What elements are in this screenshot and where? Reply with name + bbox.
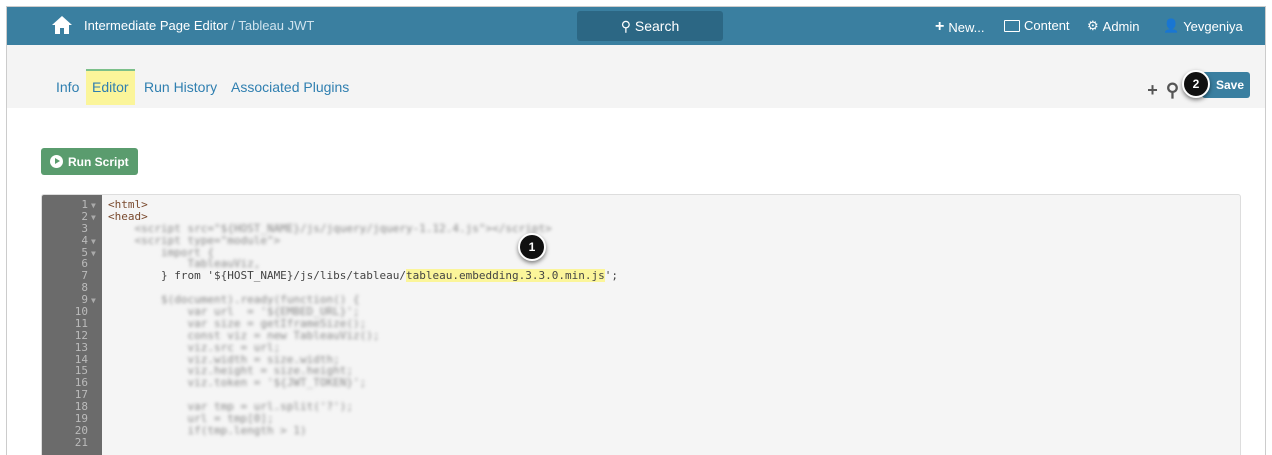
code-text: if(tmp.length > 1) [108, 423, 307, 437]
callout-badge-1: 1 [518, 233, 546, 261]
code-line: 10 var url = '${EMBED_URL}'; [42, 306, 360, 318]
code-line: 4 ▼ <script type="module"> [42, 233, 280, 247]
code-lines: 1 ▼ <html> 2 ▼ <head> 3 <script src="${HOST_NA… [42, 199, 618, 449]
sub-navigation: Info Editor Run History Associated Plugi… [7, 45, 1265, 108]
tab-run-history[interactable]: Run History [144, 79, 217, 95]
content-button[interactable]: Content [1004, 18, 1070, 33]
admin-button[interactable]: ⚙ Admin [1087, 18, 1140, 34]
user-menu[interactable]: 👤 Yevgeniya [1163, 18, 1243, 34]
plus-icon: + [935, 18, 945, 35]
line-number: 3 [81, 221, 88, 235]
highlighted-filename: tableau.embedding.3.3.0.min.js [406, 269, 605, 283]
gear-icon: ⚙ [1087, 18, 1099, 33]
code-line: 15 viz.height = size.height; [42, 365, 353, 377]
code-line: 9 ▼ $(document).ready(function() { [42, 294, 359, 306]
code-line: 8 [42, 282, 102, 294]
new-button[interactable]: + New... [935, 18, 984, 36]
code-line: 6 TableauViz, [42, 258, 260, 270]
search-icon: ⚲ [620, 18, 631, 34]
code-segment: '; [604, 269, 618, 283]
code-line: 17 [42, 389, 102, 401]
code-line: 21 [42, 435, 102, 449]
line-number: 2 [81, 209, 88, 223]
code-line: 16 viz.token = '${JWT_TOKEN}'; [42, 377, 367, 389]
add-icon[interactable]: + [1147, 80, 1158, 101]
play-icon [50, 155, 63, 168]
line-number: 4 [81, 233, 88, 247]
app-window: Intermediate Page Editor / Tableau JWT ⚲… [6, 6, 1266, 455]
line-number: 21 [74, 435, 88, 449]
search-button[interactable]: ⚲ Search [577, 11, 723, 41]
top-bar: Intermediate Page Editor / Tableau JWT ⚲… [7, 7, 1265, 45]
code-segment: viz.token = '${JWT_TOKEN}'; [108, 376, 367, 390]
code-editor[interactable]: 1 ▼ <html> 2 ▼ <head> 3 <script src="${HOST_NA… [41, 194, 1241, 455]
callout-badge-2: 2 [1182, 70, 1210, 98]
code-line: 14 viz.width = size.width; [42, 353, 340, 366]
user-icon: 👤 [1163, 18, 1180, 33]
code-line: 13 viz.src = url; [42, 340, 280, 354]
code-line: 19 url = tmp[0]; [42, 413, 274, 425]
code-line: 7 } from '${HOST_NAME}/js/libs/tableau/t… [42, 269, 618, 283]
code-line: 5 ▼ import { [42, 246, 214, 259]
folder-icon [1004, 19, 1020, 32]
line-number: 12 [74, 328, 88, 342]
line-number: 13 [74, 340, 88, 354]
tab-info[interactable]: Info [56, 79, 79, 95]
code-line: 2 ▼ <head> [42, 209, 147, 223]
code-text: } from '${HOST_NAME}/js/libs/tableau/tab… [108, 269, 618, 283]
code-line: 20 if(tmp.length > 1) [42, 424, 307, 437]
code-line: 1 ▼ <html> [42, 199, 147, 211]
code-segment: } from '${HOST_NAME}/js/libs/tableau/ [108, 269, 407, 283]
code-line: 12 const viz = new TableauViz(); [42, 328, 380, 342]
code-text: viz.token = '${JWT_TOKEN}'; [108, 377, 366, 389]
code-line: 18 var tmp = url.split('?'); [42, 401, 353, 413]
code-line: 11 var size = getIframeSize(); [42, 317, 367, 330]
page-title: Intermediate Page Editor / Tableau JWT [84, 18, 315, 33]
tab-editor[interactable]: Editor [86, 69, 135, 105]
code-line: 3 <script src="${HOST_NAME}/js/jquery/jq… [42, 221, 551, 235]
code-segment: if(tmp.length > 1) [108, 423, 307, 437]
tab-associated-plugins[interactable]: Associated Plugins [231, 79, 349, 95]
run-script-button[interactable]: Run Script [41, 148, 138, 175]
home-icon[interactable] [51, 15, 73, 35]
search-icon[interactable]: ⚲ [1166, 80, 1179, 101]
